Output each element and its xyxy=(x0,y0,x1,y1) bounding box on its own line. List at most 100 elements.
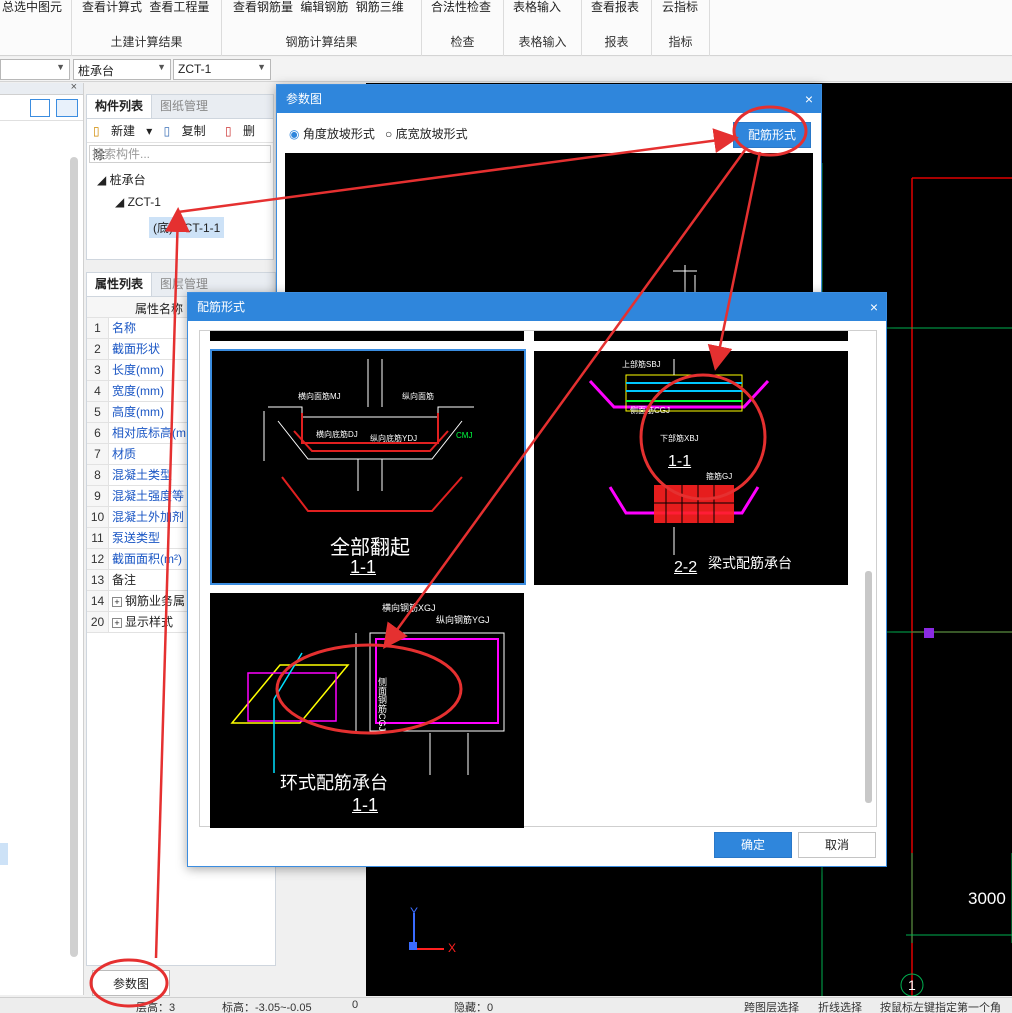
property-row[interactable]: 8 混凝土类型 xyxy=(87,465,187,486)
tree-child[interactable]: ◢ ZCT-1 xyxy=(115,195,161,209)
left-panel-toolbar xyxy=(0,95,83,121)
list-view-icon[interactable] xyxy=(30,99,50,117)
param-diagram-button[interactable]: 参数图 xyxy=(92,970,170,996)
x-axis-label: X xyxy=(448,941,457,955)
property-row-number: 12 xyxy=(87,549,109,569)
radio-checked-icon: ◉ xyxy=(289,127,300,141)
cloud-index-button[interactable]: 云指标 xyxy=(660,0,700,14)
tree-leaf-label: ZCT-1-1 xyxy=(176,221,221,235)
table-input-button[interactable]: 表格输入 xyxy=(511,0,563,14)
property-row[interactable]: 6 相对底标高(m xyxy=(87,423,187,444)
tab-property-list[interactable]: 属性列表 xyxy=(87,273,153,296)
search-input[interactable]: 搜索构件... xyxy=(89,145,271,163)
floor-combo[interactable]: ▼ xyxy=(0,59,70,80)
type-combo[interactable]: 桩承台 ▼ xyxy=(73,59,171,80)
thumb2-label: 下部筋XBJ xyxy=(660,434,699,443)
close-icon[interactable]: × xyxy=(805,85,813,113)
view-formula-button[interactable]: 查看计算式 xyxy=(80,0,144,14)
polyline-select-button[interactable]: 折线选择 xyxy=(818,999,862,1013)
ribbon-group-label: 检查 xyxy=(450,35,475,49)
close-icon[interactable]: × xyxy=(71,81,77,93)
tab-component-list[interactable]: 构件列表 xyxy=(87,95,153,118)
validity-check-button[interactable]: 合法性检查 xyxy=(429,0,493,14)
property-row-name: 混凝土外加剂 xyxy=(112,510,185,524)
view-rebar-button[interactable]: 查看钢筋量 xyxy=(231,0,295,14)
rebar-form-dialog: 配筋形式 × 横向面筋MJ 纵向面筋 横向底筋DJ 纵向底筋YDJ CMJ 全部… xyxy=(187,292,887,867)
radio-width-label: 底宽放坡形式 xyxy=(395,127,468,141)
param-dialog: 参数图 × ◉ 角度放坡形式 ○ 底宽放坡形式 配筋形式 xyxy=(276,84,822,296)
ribbon-group-table: 表格输入 表格输入 xyxy=(504,0,582,56)
ribbon-group-check: 合法性检查 检查 xyxy=(422,0,504,56)
tree-root[interactable]: ◢ 桩承台 xyxy=(97,171,146,188)
ribbon: 总选中图元 查看计算式 查看工程量 土建计算结果 查看钢筋量 编辑钢筋 钢筋三维… xyxy=(0,0,1012,56)
radio-angle[interactable]: ◉ 角度放坡形式 xyxy=(289,125,375,142)
thumb3-title: 环式配筋承台 xyxy=(280,773,388,793)
property-row[interactable]: 14 + 钢筋业务属 xyxy=(87,591,187,612)
property-row-name: 高度(mm) xyxy=(112,405,164,419)
chevron-down-icon: ▼ xyxy=(157,62,166,72)
ribbon-group-select: 总选中图元 xyxy=(0,0,72,56)
thumb2-section-bottom: 2-2 xyxy=(674,559,698,576)
edit-rebar-button[interactable]: 编辑钢筋 xyxy=(298,0,350,14)
property-row-number: 9 xyxy=(87,486,109,506)
property-row[interactable]: 7 材质 xyxy=(87,444,187,465)
radio-width[interactable]: ○ 底宽放坡形式 xyxy=(385,125,468,142)
copy-button[interactable]: ▯ 复制 xyxy=(164,124,214,138)
ribbon-group-label: 土建计算结果 xyxy=(110,35,183,49)
component-list-panel: 构件列表图纸管理 ▯ 新建 ▾ ▯ 复制 ▯ 删除 搜索构件... ◢ 桩承台 … xyxy=(86,94,274,260)
property-row[interactable]: 10 混凝土外加剂 xyxy=(87,507,187,528)
view-quantity-button[interactable]: 查看工程量 xyxy=(147,0,211,14)
thumb1-title: 全部翻起 xyxy=(330,537,410,559)
tab-drawing-manage[interactable]: 图纸管理 xyxy=(152,95,216,118)
expand-icon[interactable]: + xyxy=(112,618,122,628)
thumb-partial xyxy=(534,331,848,341)
property-row-number: 11 xyxy=(87,528,109,548)
expand-icon[interactable]: + xyxy=(112,597,122,607)
cancel-button[interactable]: 取消 xyxy=(798,832,876,858)
property-row[interactable]: 4 宽度(mm) xyxy=(87,381,187,402)
rebar-3d-button[interactable]: 钢筋三维 xyxy=(354,0,406,14)
chevron-down-icon: ▼ xyxy=(56,62,65,72)
left-panel: × xyxy=(0,81,84,995)
thumb1-label: 纵向面筋 xyxy=(402,392,434,401)
copy-label: 复制 xyxy=(181,124,206,138)
property-row[interactable]: 9混凝土强度等级 xyxy=(87,486,187,523)
tree-leaf[interactable]: (底) ZCT-1-1 xyxy=(149,217,225,238)
thumb-beam-type[interactable]: 上部筋SBJ 侧面筋CGJ 下部筋XBJ 箍筋GJ 1-1 2-2 梁式配筋承台 xyxy=(534,351,848,585)
thumb-ring-type[interactable]: 横向钢筋XGJ 纵向钢筋YGJ 侧面钢筋CGJ 环式配筋承台 1-1 xyxy=(210,593,524,828)
cross-layer-select-button[interactable]: 跨图层选择 xyxy=(744,999,799,1013)
property-row[interactable]: 3 长度(mm) xyxy=(87,360,187,381)
property-row[interactable]: 12 截面面积(m²) xyxy=(87,549,187,570)
thumb-full-fold[interactable]: 横向面筋MJ 纵向面筋 横向底筋DJ 纵向底筋YDJ CMJ 全部翻起 1-1 xyxy=(210,349,526,585)
component-toolbar: ▯ 新建 ▾ ▯ 复制 ▯ 删除 xyxy=(87,119,273,162)
property-row-name: 泵送类型 xyxy=(112,531,161,545)
component-combo[interactable]: ZCT-1 ▼ xyxy=(173,59,271,80)
property-row-name: 名称 xyxy=(112,321,137,335)
new-label: 新建 xyxy=(110,124,135,138)
gallery-scrollbar[interactable] xyxy=(865,571,872,803)
property-row-number: 1 xyxy=(87,318,109,338)
scrollbar[interactable] xyxy=(70,157,78,957)
rebar-dialog-title: 配筋形式 × xyxy=(188,293,886,321)
property-row[interactable]: 1 名称 xyxy=(87,318,187,339)
property-row-name: 相对底标高(m xyxy=(112,426,186,440)
select-all-button[interactable]: 总选中图元 xyxy=(0,0,64,14)
property-row[interactable]: 2 截面形状 xyxy=(87,339,187,360)
rebar-form-button[interactable]: 配筋形式 xyxy=(733,122,811,148)
property-row[interactable]: 11 泵送类型 xyxy=(87,528,187,549)
thumb2-label: 上部筋SBJ xyxy=(622,360,661,369)
thumb2-label: 箍筋GJ xyxy=(706,472,733,481)
grid-view-icon[interactable] xyxy=(56,99,78,117)
new-button[interactable]: ▯ 新建 ▾ xyxy=(93,124,152,138)
thumb2-title: 梁式配筋承台 xyxy=(708,555,792,571)
property-row-name: 宽度(mm) xyxy=(112,384,164,398)
property-row[interactable]: 13 备注 xyxy=(87,570,187,591)
property-row-number: 2 xyxy=(87,339,109,359)
property-row-number: 14 xyxy=(87,591,109,611)
property-row[interactable]: 5 高度(mm) xyxy=(87,402,187,423)
close-icon[interactable]: × xyxy=(870,293,878,321)
ok-button[interactable]: 确定 xyxy=(714,832,792,858)
property-row-name: 混凝土类型 xyxy=(112,468,173,482)
property-row[interactable]: 20 + 显示样式 xyxy=(87,612,187,633)
view-report-button[interactable]: 查看报表 xyxy=(589,0,641,14)
